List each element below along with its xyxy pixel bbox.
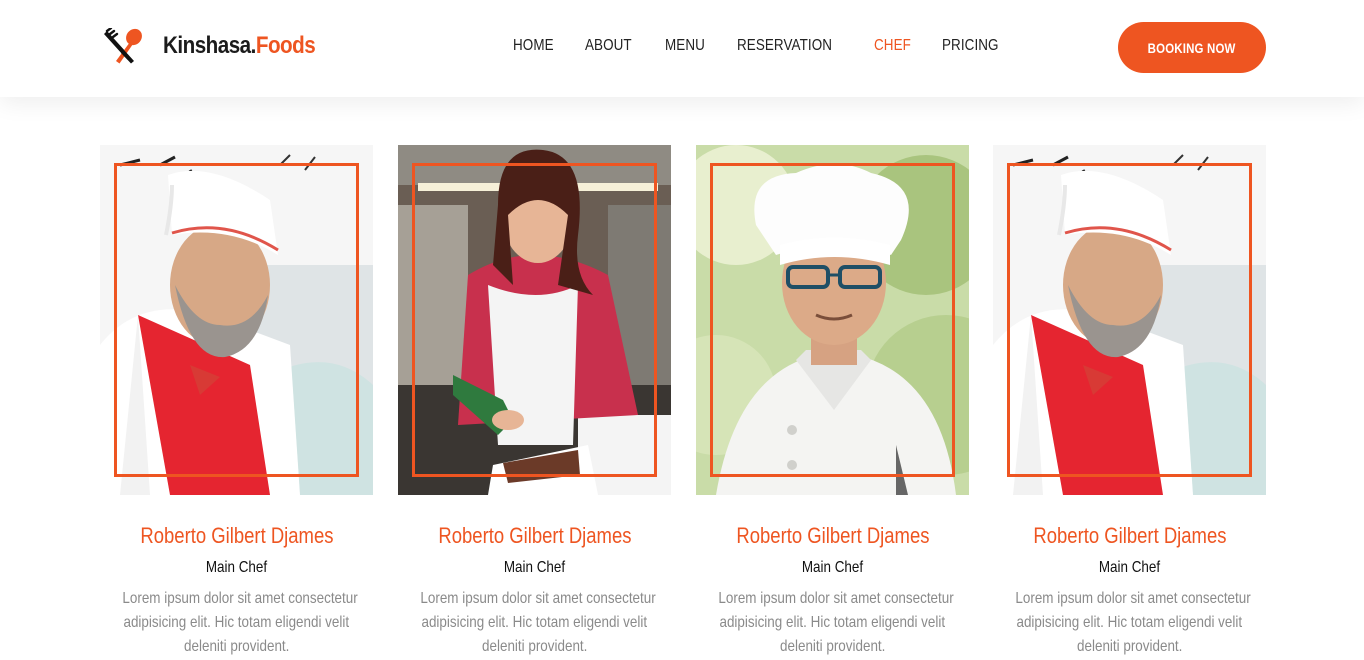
nav-item-about[interactable]: ABOUT: [585, 37, 632, 55]
chef-name: Roberto Gilbert Djames: [1032, 523, 1227, 548]
chef-role: Main Chef: [801, 559, 864, 576]
chef-role: Main Chef: [205, 559, 268, 576]
chef-role: Main Chef: [1098, 559, 1161, 576]
nav-item-pricing[interactable]: PRICING: [942, 37, 999, 55]
chef-photo: [398, 145, 671, 495]
chef-photo: [100, 145, 373, 495]
chef-card: Roberto Gilbert Djames Main Chef Lorem i…: [398, 145, 671, 660]
bearded-chef-smiling-photo: [100, 145, 373, 495]
brand-logo[interactable]: Kinshasa.Foods: [104, 28, 340, 64]
chef-role: Main Chef: [503, 559, 566, 576]
brand-name: Kinshasa.Foods: [163, 32, 316, 59]
chef-photo: [993, 145, 1266, 495]
main-nav: HOME ABOUT MENU RESERVATION CHEF PRICING: [513, 37, 1033, 55]
chef-description: Lorem ipsum dolor sit amet consectetur a…: [122, 590, 358, 655]
brand-name-accent: Foods: [255, 32, 316, 59]
nav-item-chef[interactable]: CHEF: [874, 37, 911, 55]
booking-now-label: BOOKING NOW: [1148, 39, 1236, 56]
nav-item-menu[interactable]: MENU: [665, 37, 705, 55]
chef-name: Roberto Gilbert Djames: [139, 523, 334, 548]
chef-name: Roberto Gilbert Djames: [437, 523, 632, 548]
site-header: Kinshasa.Foods HOME ABOUT MENU RESERVATI…: [0, 0, 1364, 97]
chef-description: Lorem ipsum dolor sit amet consectetur a…: [420, 590, 656, 655]
nav-item-reservation[interactable]: RESERVATION: [737, 37, 832, 55]
nav-item-home[interactable]: HOME: [513, 37, 554, 55]
chef-card: Roberto Gilbert Djames Main Chef Lorem i…: [696, 145, 969, 660]
woman-piping-pastry-photo: [398, 145, 671, 495]
chef-card: Roberto Gilbert Djames Main Chef Lorem i…: [993, 145, 1266, 660]
chef-description: Lorem ipsum dolor sit amet consectetur a…: [1015, 590, 1251, 655]
chef-description: Lorem ipsum dolor sit amet consectetur a…: [718, 590, 954, 655]
bearded-chef-smiling-photo: [993, 145, 1266, 495]
fork-spoon-icon: [104, 28, 142, 64]
chef-name: Roberto Gilbert Djames: [735, 523, 930, 548]
chef-card: Roberto Gilbert Djames Main Chef Lorem i…: [100, 145, 373, 660]
chef-with-glasses-photo: [696, 145, 969, 495]
booking-now-button[interactable]: BOOKING NOW: [1118, 22, 1266, 73]
chef-photo: [696, 145, 969, 495]
